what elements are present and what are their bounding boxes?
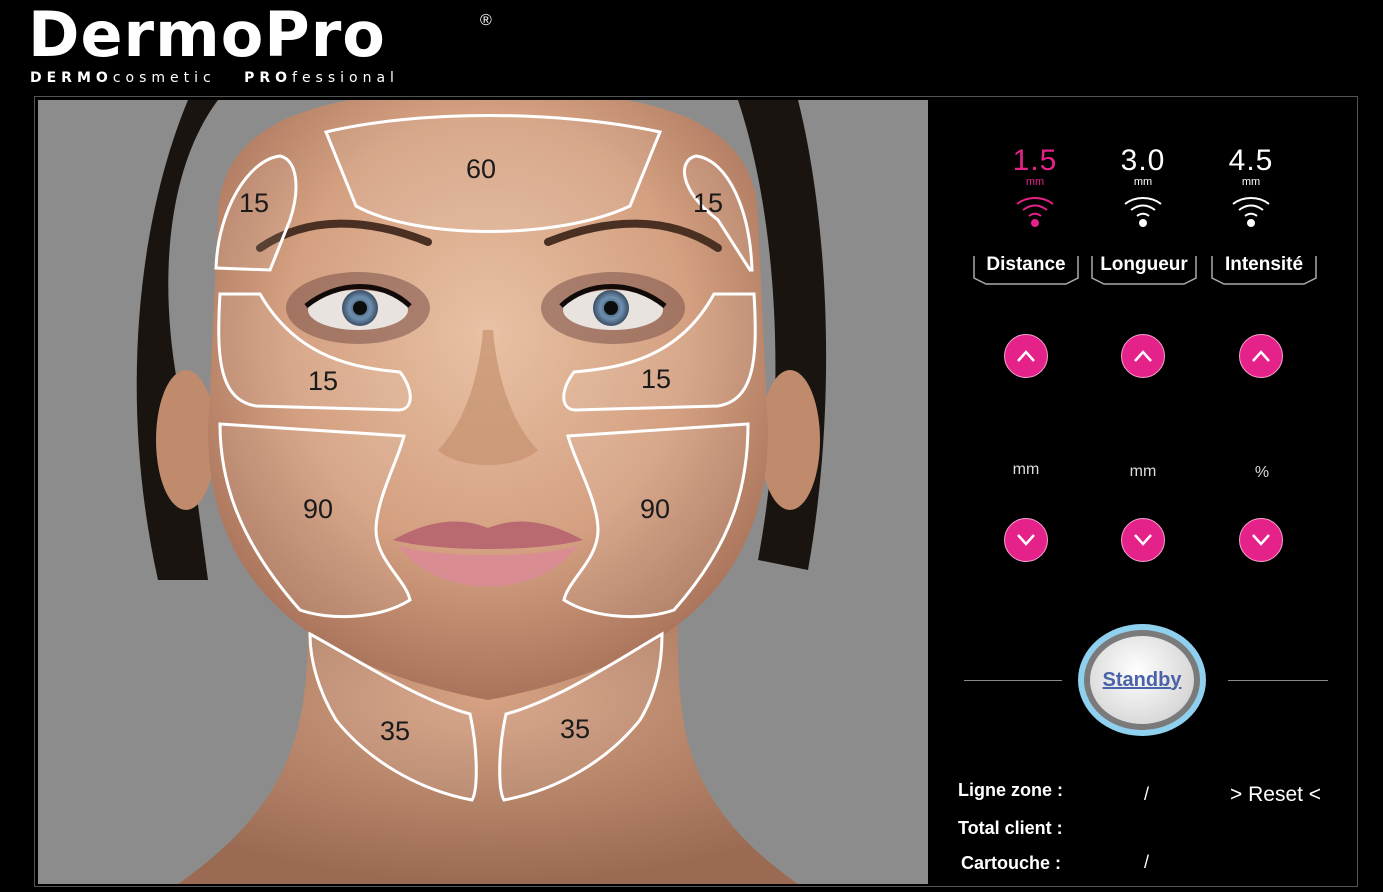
- longueur-value: 3.0: [1120, 144, 1166, 177]
- longueur-adjust-unit: mm: [1129, 463, 1157, 480]
- ear-left: [156, 370, 216, 510]
- divider-left: [964, 680, 1062, 681]
- chevron-down-icon: [1017, 534, 1035, 546]
- tab-intensite[interactable]: Intensité: [1208, 250, 1320, 286]
- zone-label-cheek-left: 90: [303, 494, 333, 524]
- zone-label-temple-right: 15: [693, 188, 723, 218]
- chevron-down-icon: [1252, 534, 1270, 546]
- cartouche-value: /: [1144, 852, 1150, 872]
- ligne-zone-label: Ligne zone :: [958, 780, 1063, 800]
- zone-label-forehead: 60: [466, 154, 496, 184]
- pupil-left: [353, 301, 367, 315]
- intensite-adjust-unit: %: [1254, 464, 1270, 481]
- control-panel: 1.5 mm 3.0 mm 4.5 mm Distance Longueur I…: [928, 100, 1356, 884]
- brand-logo: DermoPro ® DERMOcosmetic PROfessional: [28, 4, 498, 92]
- ligne-zone-value: /: [1144, 784, 1150, 804]
- zone-label-neck-left: 35: [380, 716, 410, 746]
- longueur-unit: mm: [1133, 176, 1153, 188]
- ear-right: [760, 370, 820, 510]
- standby-label: Standby: [1102, 668, 1182, 691]
- signal-icon-intensite: [1232, 197, 1270, 227]
- signal-icon-distance: [1016, 197, 1054, 227]
- chevron-up-icon: [1017, 350, 1035, 362]
- longueur-down-button[interactable]: [1121, 518, 1165, 562]
- logo-registered-mark: ®: [480, 12, 492, 29]
- chevron-up-icon: [1252, 350, 1270, 362]
- distance-up-button[interactable]: [1004, 334, 1048, 378]
- divider-right: [1228, 680, 1328, 681]
- tab-longueur[interactable]: Longueur: [1088, 250, 1200, 286]
- zone-label-cheek-right: 90: [640, 494, 670, 524]
- total-client-label: Total client :: [958, 818, 1063, 838]
- tab-distance-label: Distance: [986, 254, 1066, 275]
- zone-label-temple-left: 15: [239, 188, 269, 218]
- distance-down-button[interactable]: [1004, 518, 1048, 562]
- longueur-up-button[interactable]: [1121, 334, 1165, 378]
- intensite-value: 4.5: [1228, 144, 1274, 177]
- zone-label-under-eye-right: 15: [641, 364, 671, 394]
- logo-wordmark: DermoPro: [28, 0, 386, 71]
- distance-value: 1.5: [1012, 144, 1058, 177]
- chevron-down-icon: [1134, 534, 1152, 546]
- standby-button[interactable]: Standby: [1078, 624, 1206, 736]
- tab-distance[interactable]: Distance: [970, 250, 1082, 286]
- tab-intensite-label: Intensité: [1224, 254, 1304, 275]
- zone-label-under-eye-left: 15: [308, 366, 338, 396]
- chevron-up-icon: [1134, 350, 1152, 362]
- signal-icon-longueur: [1124, 197, 1162, 227]
- pupil-right: [604, 301, 618, 315]
- intensite-up-button[interactable]: [1239, 334, 1283, 378]
- intensite-unit: mm: [1241, 176, 1261, 188]
- distance-unit: mm: [1025, 176, 1045, 188]
- reset-button[interactable]: > Reset <: [1230, 783, 1321, 807]
- logo-tagline: DERMOcosmetic PROfessional: [30, 70, 399, 86]
- intensite-down-button[interactable]: [1239, 518, 1283, 562]
- tab-longueur-label: Longueur: [1100, 254, 1188, 275]
- face-zone-map: 60 15 15 15 15 90 90 35 35: [38, 100, 928, 884]
- zone-label-neck-right: 35: [560, 714, 590, 744]
- distance-adjust-unit: mm: [1012, 461, 1040, 478]
- cartouche-label: Cartouche :: [961, 853, 1062, 873]
